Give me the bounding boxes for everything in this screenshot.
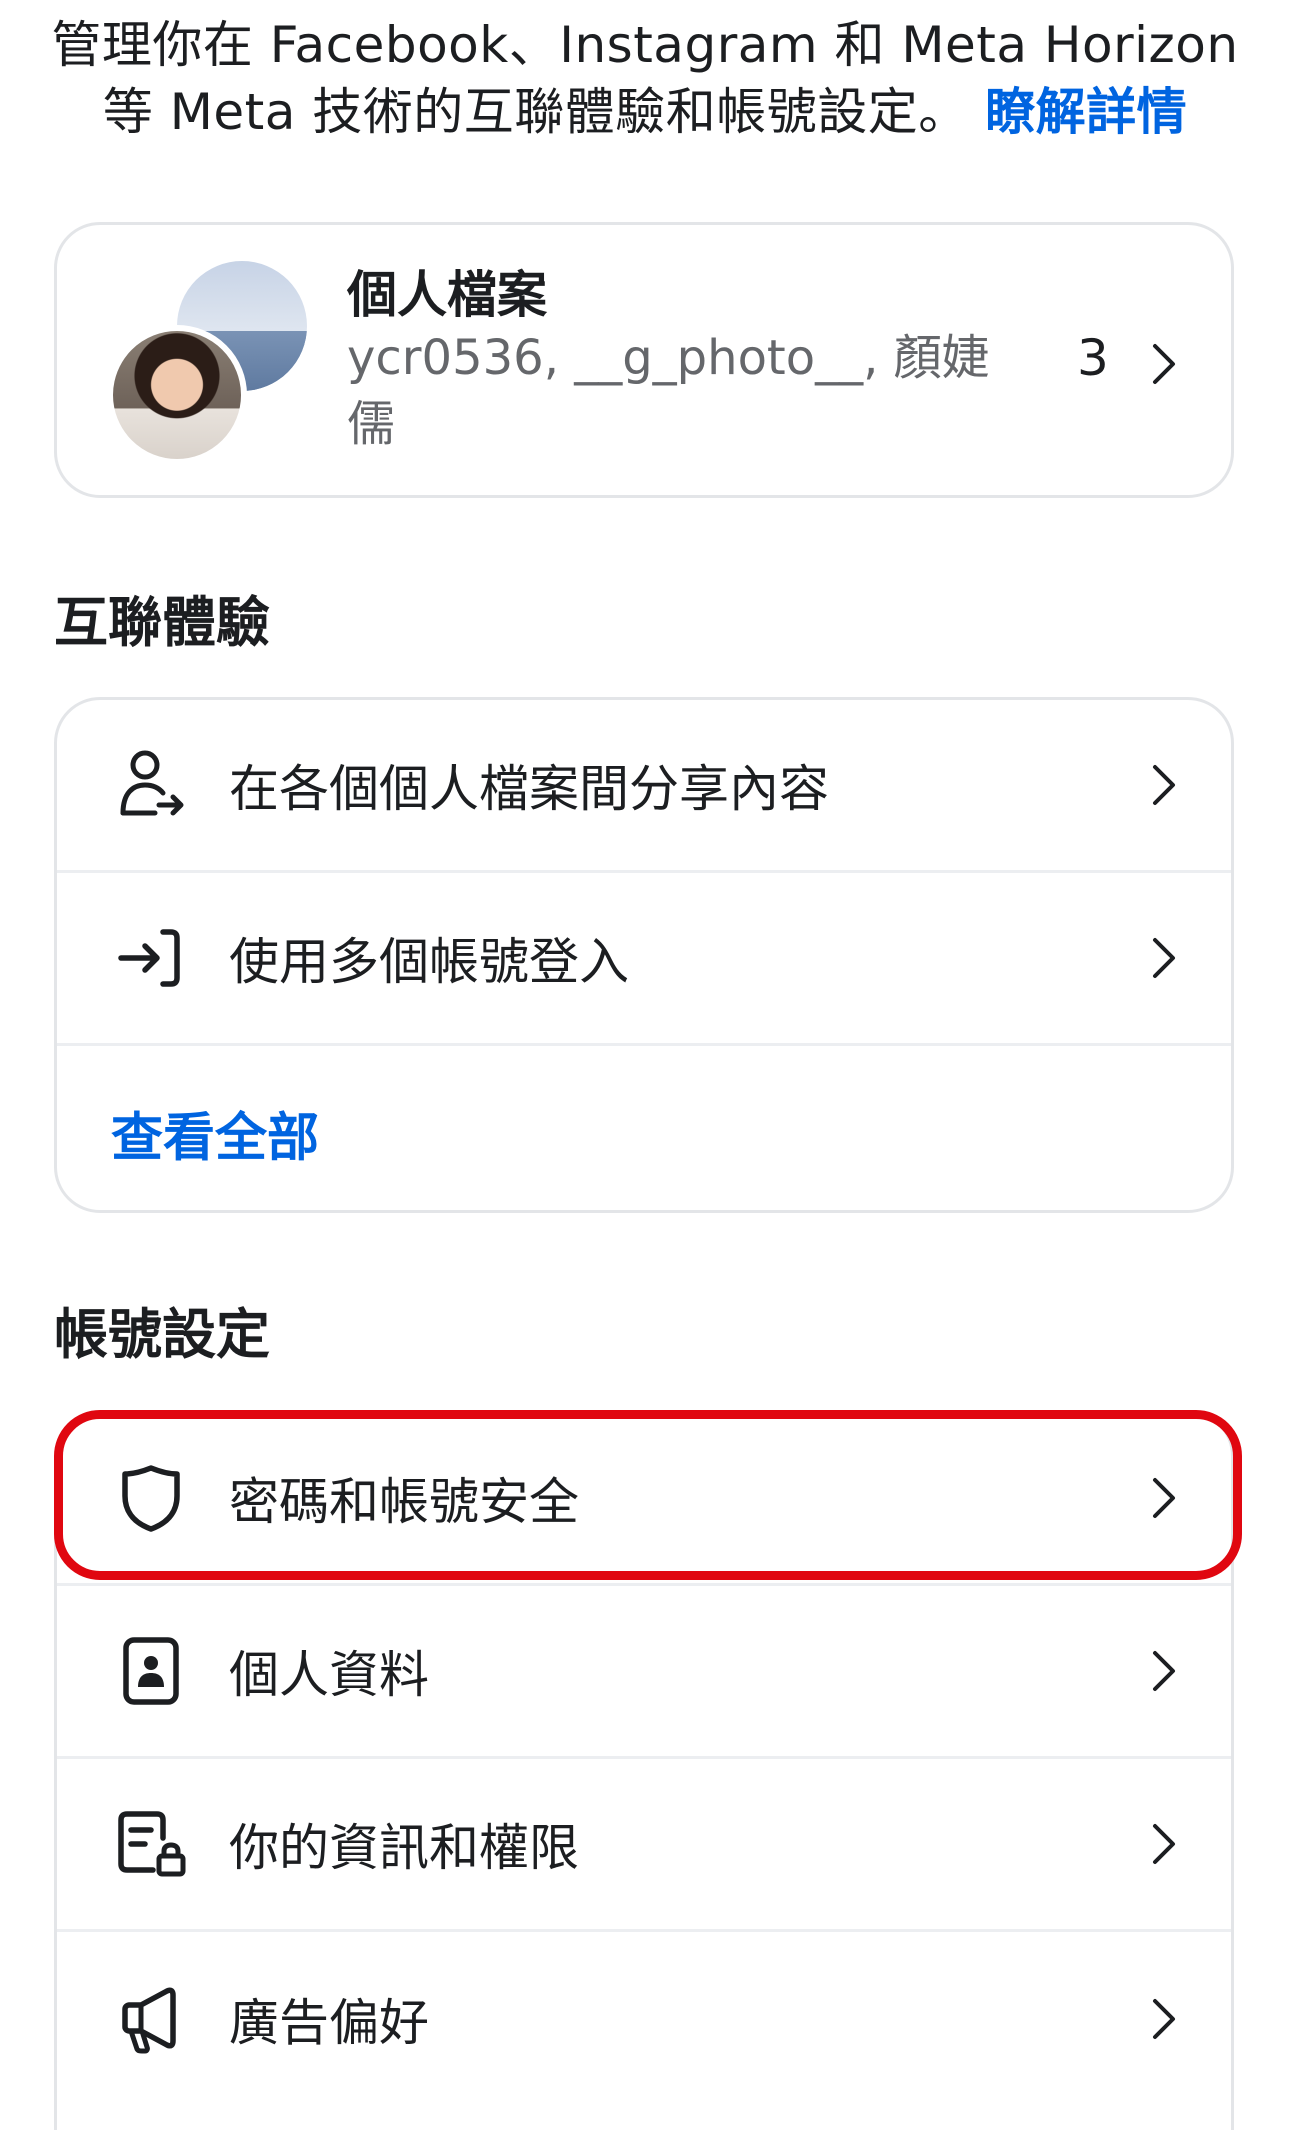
intro-text: 管理你在 Facebook、Instagram 和 Meta Horizon 等… — [50, 12, 1240, 146]
info-permissions-row[interactable]: 你的資訊和權限 — [57, 1759, 1231, 1932]
chevron-right-icon — [1149, 1473, 1179, 1523]
ad-preferences-label: 廣告偏好 — [229, 1993, 429, 2052]
learn-more-link[interactable]: 瞭解詳情 — [985, 83, 1187, 141]
chevron-right-icon — [1149, 760, 1179, 810]
person-share-icon — [113, 747, 189, 823]
password-security-label: 密碼和帳號安全 — [229, 1473, 579, 1531]
chevron-right-icon — [1149, 339, 1179, 389]
id-card-icon — [113, 1633, 189, 1709]
share-across-profiles-label: 在各個個人檔案間分享內容 — [229, 760, 829, 818]
chevron-right-icon — [1149, 1646, 1179, 1696]
see-all-link[interactable]: 查看全部 — [111, 1095, 319, 1170]
multi-account-login-label: 使用多個帳號登入 — [229, 933, 629, 991]
account-settings-card: 密碼和帳號安全 個人資料 你的資訊和權限 廣告偏好 — [54, 1410, 1234, 2130]
multi-account-login-row[interactable]: 使用多個帳號登入 — [57, 873, 1231, 1046]
connected-section-title: 互聯體驗 — [54, 591, 270, 654]
chevron-right-icon — [1149, 1994, 1179, 2044]
connected-card: 在各個個人檔案間分享內容 使用多個帳號登入 查看全部 — [54, 697, 1234, 1213]
chevron-right-icon — [1149, 933, 1179, 983]
account-section-title: 帳號設定 — [54, 1303, 270, 1366]
profiles-title: 個人檔案 — [347, 266, 547, 324]
chevron-right-icon — [1149, 1819, 1179, 1869]
share-across-profiles-row[interactable]: 在各個個人檔案間分享內容 — [57, 700, 1231, 873]
profiles-names: ycr0536, __g_photo__, 顏婕儒 — [347, 330, 990, 452]
profiles-count: 3 — [1077, 329, 1109, 387]
password-security-row[interactable]: 密碼和帳號安全 — [57, 1413, 1231, 1586]
info-permissions-label: 你的資訊和權限 — [229, 1819, 579, 1877]
personal-details-row[interactable]: 個人資料 — [57, 1586, 1231, 1759]
see-all-row[interactable]: 查看全部 — [57, 1046, 1231, 1219]
primary-avatar — [107, 325, 247, 465]
profiles-card[interactable]: 個人檔案 ycr0536, __g_photo__, 顏婕儒 3 — [54, 222, 1234, 498]
ad-preferences-row[interactable]: 廣告偏好 — [57, 1932, 1231, 2105]
personal-details-label: 個人資料 — [229, 1646, 429, 1704]
login-arrow-icon — [113, 920, 189, 996]
shield-icon — [113, 1460, 189, 1536]
megaphone-icon — [113, 1981, 189, 2057]
document-lock-icon — [113, 1806, 189, 1882]
